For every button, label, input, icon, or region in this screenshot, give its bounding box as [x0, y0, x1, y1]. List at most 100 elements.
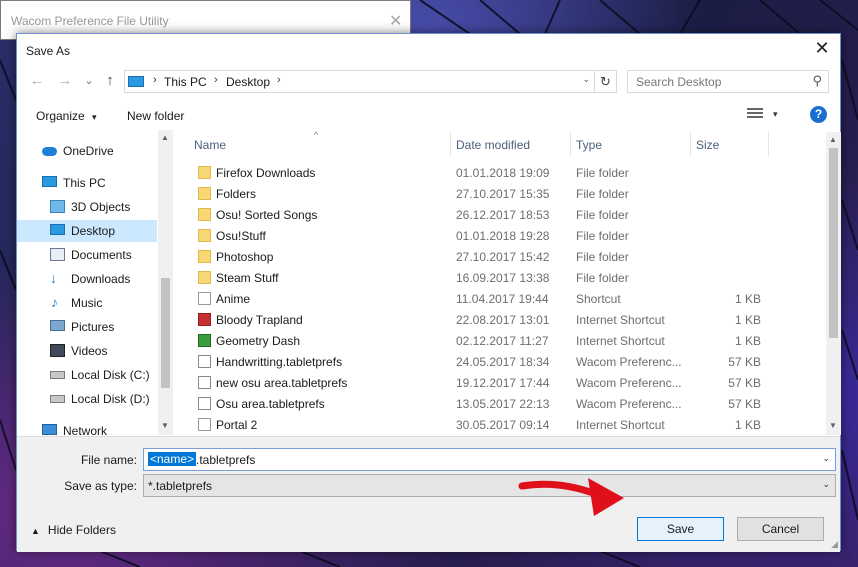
chevron-down-icon[interactable]: ⌄ [822, 453, 830, 464]
file-size: 57 KB [728, 355, 761, 369]
folder-icon [198, 250, 211, 263]
save-button[interactable]: Save [637, 517, 724, 541]
table-row[interactable]: Anime 11.04.2017 19:44 Shortcut 1 KB [176, 288, 826, 309]
file-date: 27.10.2017 15:42 [456, 250, 550, 264]
up-arrow-icon[interactable]: ↑ [101, 72, 119, 90]
help-icon[interactable]: ? [810, 106, 827, 123]
sidebar-item-label: Pictures [71, 320, 115, 334]
scroll-up-icon[interactable]: ▲ [161, 133, 169, 142]
sidebar-item-pictures[interactable]: Pictures [17, 316, 157, 338]
navigation-pane: OneDrive This PC 3D Objects Desktop Docu… [17, 130, 174, 435]
search-icon[interactable]: ⚲ [812, 73, 822, 89]
drive-icon [50, 395, 65, 403]
table-row[interactable]: Steam Stuff 16.09.2017 13:38 File folder [176, 267, 826, 288]
drive-icon [50, 371, 65, 379]
folder-icon [198, 229, 211, 242]
file-name: Anime [216, 292, 251, 306]
breadcrumb-desktop[interactable]: Desktop [226, 75, 270, 89]
table-row[interactable]: Osu! Sorted Songs 26.12.2017 18:53 File … [176, 204, 826, 225]
download-icon: ↓ [50, 270, 57, 286]
forward-arrow-icon[interactable]: → [56, 72, 74, 90]
sidebar-item-local-disk-d[interactable]: Local Disk (D:) [17, 388, 157, 410]
sidebar-item-local-disk-c[interactable]: Local Disk (C:) [17, 364, 157, 386]
search-input[interactable]: Search Desktop [636, 75, 721, 89]
file-name: Folders [216, 187, 257, 201]
table-row[interactable]: Osu!Stuff 01.01.2018 19:28 File folder [176, 225, 826, 246]
file-list-scrollbar[interactable]: ▲ ▼ [826, 132, 841, 435]
sidebar-scrollbar[interactable]: ▲ ▼ [158, 130, 173, 435]
parent-close-icon[interactable]: ✕ [389, 11, 402, 31]
new-folder-button[interactable]: New folder [127, 109, 184, 123]
file-date: 22.08.2017 13:01 [456, 313, 550, 327]
sidebar-item-music[interactable]: ♪ Music [17, 292, 157, 314]
table-row[interactable]: Photoshop 27.10.2017 15:42 File folder [176, 246, 826, 267]
chevron-down-icon[interactable]: ⌄ [822, 479, 830, 490]
sidebar-item-label: Downloads [71, 272, 131, 286]
documents-icon [50, 248, 65, 261]
save-as-type-label: Save as type: [64, 479, 137, 493]
column-header-date-modified[interactable]: Date modified [451, 132, 571, 156]
cancel-button[interactable]: Cancel [737, 517, 824, 541]
column-header-type[interactable]: Type [571, 132, 691, 156]
file-size: 1 KB [734, 334, 761, 348]
parent-window-title: Wacom Preference File Utility [11, 14, 169, 28]
table-row[interactable]: Geometry Dash 02.12.2017 11:27 Internet … [176, 330, 826, 351]
refresh-icon[interactable]: ↻ [594, 71, 616, 92]
file-type: File folder [576, 250, 629, 264]
chevron-down-icon: ▾ [92, 112, 97, 122]
sidebar-item-onedrive[interactable]: OneDrive [17, 140, 157, 162]
file-size: 1 KB [734, 418, 761, 432]
file-type: File folder [576, 187, 629, 201]
table-row[interactable]: Osu area.tabletprefs 13.05.2017 22:13 Wa… [176, 393, 826, 414]
address-dropdown-icon[interactable]: ⌄ [582, 74, 590, 85]
cube-icon [50, 200, 65, 213]
scroll-down-icon[interactable]: ▼ [161, 421, 169, 430]
chevron-right-icon[interactable]: › [214, 74, 218, 86]
resize-grip-icon[interactable]: ◢ [831, 539, 838, 550]
sidebar-item-documents[interactable]: Documents [17, 244, 157, 266]
network-icon [42, 424, 57, 435]
chevron-right-icon[interactable]: › [153, 74, 157, 86]
file-type: File folder [576, 208, 629, 222]
search-box[interactable]: Search Desktop ⚲ [627, 70, 829, 93]
file-name: Steam Stuff [216, 271, 279, 285]
recent-locations-chevron-icon[interactable]: ⌄ [80, 72, 98, 90]
sidebar-item-label: Desktop [71, 224, 116, 238]
dialog-close-icon[interactable]: ✕ [812, 38, 832, 58]
view-options-icon[interactable] [747, 108, 763, 120]
folder-icon [198, 208, 211, 221]
scrollbar-thumb[interactable] [829, 148, 838, 338]
chevron-right-icon[interactable]: › [277, 74, 281, 86]
sidebar-item-label: Videos [71, 344, 108, 358]
table-row[interactable]: Handwritting.tabletprefs 24.05.2017 18:3… [176, 351, 826, 372]
file-name: Osu! Sorted Songs [216, 208, 318, 222]
table-row[interactable]: Bloody Trapland 22.08.2017 13:01 Interne… [176, 309, 826, 330]
address-bar[interactable]: › This PC › Desktop › ⌄ ↻ [124, 70, 617, 93]
sidebar-item-videos[interactable]: Videos [17, 340, 157, 362]
scrollbar-thumb[interactable] [161, 278, 170, 388]
sidebar-item-desktop[interactable]: Desktop [17, 220, 157, 242]
column-header-name[interactable]: Name [176, 132, 451, 156]
sidebar-item-this-pc[interactable]: This PC [17, 172, 157, 194]
column-header-size[interactable]: Size [691, 132, 769, 156]
breadcrumb-this-pc[interactable]: This PC [164, 75, 207, 89]
save-as-type-select[interactable]: *.tabletprefs ⌄ [143, 474, 836, 497]
table-row[interactable]: Portal 2 30.05.2017 09:14 Internet Short… [176, 414, 826, 435]
file-type: File folder [576, 166, 629, 180]
hide-folders-button[interactable]: ▲ Hide Folders [31, 523, 116, 537]
table-row[interactable]: new osu area.tabletprefs 19.12.2017 17:4… [176, 372, 826, 393]
game-icon [198, 313, 211, 326]
file-name-field[interactable]: <name> .tabletprefs ⌄ [143, 448, 836, 471]
file-name: new osu area.tabletprefs [216, 376, 348, 390]
back-arrow-icon[interactable]: ← [28, 72, 46, 90]
table-row[interactable]: Firefox Downloads 01.01.2018 19:09 File … [176, 162, 826, 183]
file-type: Wacom Preferenc... [576, 397, 682, 411]
organize-button[interactable]: Organize ▾ [36, 109, 97, 123]
table-row[interactable]: Folders 27.10.2017 15:35 File folder [176, 183, 826, 204]
sidebar-item-downloads[interactable]: ↓ Downloads [17, 268, 157, 290]
sidebar-item-network[interactable]: Network [17, 420, 157, 435]
scroll-down-icon[interactable]: ▼ [829, 421, 837, 430]
view-dropdown-icon[interactable]: ▾ [773, 109, 778, 120]
sidebar-item-3d-objects[interactable]: 3D Objects [17, 196, 157, 218]
scroll-up-icon[interactable]: ▲ [829, 135, 837, 144]
